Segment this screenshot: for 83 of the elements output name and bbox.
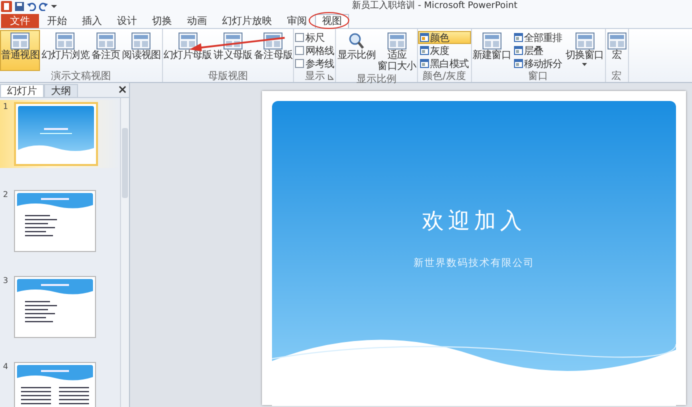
group-label: 显示 [304,71,325,82]
checkbox-label: 标尺 [305,32,325,44]
slide-view-icon [55,32,76,50]
ribbon-button[interactable]: 移动拆分 [512,57,564,70]
slide-thumbnail[interactable] [14,190,96,252]
slide-view-icon [574,32,595,50]
ribbon-button[interactable]: 新建窗口 [472,30,512,71]
window-title: 新员工入职培训 - Microsoft PowerPoint [352,1,518,12]
ribbon-button[interactable]: 备注母版 [253,30,294,71]
checkbox-label: 参考线 [305,58,334,70]
ribbon-button[interactable]: 宏 [606,30,628,71]
checkbox[interactable] [295,33,304,42]
slide-thumbnail-row[interactable]: 4 [0,360,120,407]
ribbon-button[interactable]: 阅读视图 [121,30,162,71]
slide-view-icon [482,32,502,50]
slide-title: 欢迎加入 [422,208,526,236]
window-icon [420,33,430,42]
undo-icon[interactable] [27,2,36,11]
group-label: 演示文稿视图 [50,71,111,82]
pane-tab[interactable]: 大纲 [44,84,78,97]
slide-view-icon [263,32,284,50]
checkbox[interactable] [295,46,304,55]
window-icon [420,46,430,55]
ribbon-tab[interactable]: 设计 [110,14,144,28]
slide-thumbnail-row[interactable]: 2 [0,188,120,254]
ribbon-button[interactable]: 幻灯片浏览 [40,30,90,71]
slide-view-icon [178,32,198,50]
close-icon[interactable] [119,86,126,93]
magnifier-icon [348,32,364,50]
redo-icon[interactable] [39,2,48,11]
ribbon-button[interactable]: 灰度 [418,44,470,57]
slide-thumbnail[interactable] [14,102,98,166]
ribbon-button[interactable]: 黑白模式 [418,57,470,70]
ribbon-button[interactable]: 讲义母版 [212,30,254,71]
ribbon-button[interactable]: 适应 窗口大小 [376,30,418,74]
slide-thumbnail[interactable] [14,276,96,338]
ribbon-tab[interactable]: 视图 [315,14,349,28]
window-icon [514,59,523,68]
group-label: 显示比例 [356,74,397,85]
slide-view-icon [10,32,30,50]
checkbox[interactable] [295,59,304,68]
slide-view-icon [222,32,243,50]
ribbon-button[interactable]: 备注页 [90,30,122,71]
slide-number: 4 [3,362,10,373]
scrollbar[interactable] [120,98,129,407]
ribbon-button[interactable]: 全部重排 [512,31,564,44]
slide-thumbnail[interactable] [14,362,96,407]
slide-number: 2 [3,190,10,201]
slide-view-icon [386,32,407,50]
slide-number: 3 [3,276,10,287]
dialog-launcher-icon[interactable] [328,74,334,80]
group-label: 母版视图 [208,71,248,82]
dropdown-caret-icon [582,62,588,66]
customize-caret-icon[interactable] [51,4,57,9]
group-label: 宏 [612,71,622,82]
annotation-ellipse [308,11,350,30]
slide-thumbnail-row[interactable]: 3 [0,274,120,340]
ribbon-tab[interactable]: 切换 [145,14,179,28]
ribbon-button[interactable]: 切换窗口 [564,30,605,71]
slide-view-icon [606,32,627,50]
window-icon [514,33,523,42]
app-icon[interactable] [1,1,12,12]
ribbon-tab[interactable]: 动画 [180,14,214,28]
save-icon[interactable] [15,2,24,11]
ribbon-button[interactable]: 颜色 [418,31,470,44]
pane-tab[interactable]: 幻灯片 [0,84,44,97]
group-label: 颜色/灰度 [422,71,466,82]
ribbon-tab[interactable]: 开始 [40,14,74,28]
window-icon [514,46,523,55]
ribbon-tab[interactable]: 文件 [1,14,39,28]
slide-subtitle: 新世界数码技术有限公司 [414,256,534,270]
ribbon-button[interactable]: 层叠 [512,44,564,57]
ribbon-button[interactable]: 普通视图 [0,30,40,71]
window-icon [420,59,430,68]
ribbon-tab[interactable]: 插入 [75,14,109,28]
slide-view-icon [131,32,152,50]
ribbon-button[interactable]: 显示比例 [336,30,377,74]
group-label: 窗口 [528,71,548,82]
slide-number: 1 [3,102,10,113]
slide-view-icon [96,32,116,50]
ribbon-tab[interactable]: 幻灯片放映 [215,14,279,28]
checkbox-label: 网格线 [305,44,334,58]
ribbon-tab[interactable]: 审阅 [280,14,314,28]
